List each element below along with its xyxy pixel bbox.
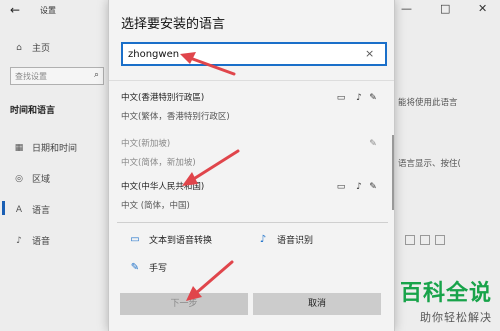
handwriting-icon: ✎	[130, 262, 140, 273]
active-indicator	[2, 201, 5, 215]
capability-speech: ♪ 语音识别	[257, 233, 313, 246]
capability-tts: ▭ 文本到语音转换	[129, 233, 212, 246]
calendar-icon: ▦	[14, 142, 24, 153]
sidebar-heading: 时间和语言	[10, 106, 56, 116]
mic-icon: ♪	[16, 235, 22, 246]
clear-icon[interactable]: ×	[365, 47, 374, 60]
language-search-input[interactable]	[121, 42, 387, 66]
watermark-subtitle: 助你轻松解决	[420, 311, 492, 324]
watermark-title: 百科全说	[399, 281, 492, 306]
close-icon[interactable]: ✕	[478, 2, 487, 15]
feature-icon	[420, 235, 430, 245]
right-pane-text: 语言显示、按住(	[398, 159, 461, 169]
list-scrollbar[interactable]	[392, 135, 394, 210]
handwriting-icon: ✎	[369, 93, 377, 103]
mic-icon: ♪	[356, 182, 362, 192]
mic-icon: ♪	[259, 234, 267, 245]
sidebar-item-label: 语言	[32, 206, 51, 216]
list-top-divider	[109, 80, 394, 81]
minimize-icon[interactable]: —	[401, 2, 412, 15]
handwriting-icon: ✎	[369, 182, 377, 192]
home-icon: ⌂	[16, 42, 22, 53]
language-name: 中文(新加坡)	[121, 139, 171, 149]
search-icon: ⌕	[93, 70, 99, 80]
right-pane-text: 能将使用此语言	[398, 98, 458, 108]
language-icon: A	[15, 204, 23, 215]
language-subtitle: 中文(繁体，香港特别行政区)	[121, 112, 230, 122]
sidebar-item-speech[interactable]: ♪ 语音	[12, 234, 51, 248]
sidebar-item-language[interactable]: A 语言	[12, 203, 51, 217]
display-icon: ▭	[336, 93, 346, 103]
language-subtitle: 中文(简体，新加坡)	[121, 158, 196, 168]
capability-label: 语音识别	[277, 236, 314, 246]
settings-search-placeholder: 查找设置	[15, 72, 47, 81]
feature-icon	[405, 235, 415, 245]
sidebar-item-date-time[interactable]: ▦ 日期和时间	[12, 141, 78, 155]
next-button[interactable]: 下一步	[120, 293, 248, 315]
display-icon: ▭	[336, 182, 346, 192]
settings-title: 设置	[40, 6, 56, 15]
sidebar-item-label: 主页	[32, 44, 51, 54]
mic-icon: ♪	[356, 93, 362, 103]
globe-icon: ◎	[15, 173, 23, 184]
display-icon: ▭	[130, 234, 140, 245]
sidebar-item-label: 区域	[32, 175, 51, 185]
cancel-button[interactable]: 取消	[253, 293, 381, 315]
sidebar-item-label: 语音	[32, 237, 51, 247]
capability-label: 文本到语音转换	[149, 236, 213, 246]
feature-icon	[435, 235, 445, 245]
language-subtitle: 中文 (简体，中国)	[121, 201, 190, 211]
language-name: 中文(中华人民共和国)	[121, 182, 205, 192]
watermark: 百科全说 助你轻松解决	[400, 275, 492, 325]
install-language-dialog: 选择要安装的语言 × 中文(香港特別行政區) 中文(繁体，香港特别行政区) ▭ …	[108, 0, 395, 331]
handwriting-icon: ✎	[369, 139, 377, 149]
settings-search-input[interactable]: 查找设置 ⌕	[10, 67, 104, 85]
back-arrow-icon[interactable]: ←	[10, 3, 20, 17]
sidebar-item-home[interactable]: ⌂ 主页	[12, 41, 51, 55]
capabilities-divider	[117, 222, 388, 223]
sidebar-item-label: 日期和时间	[32, 144, 78, 154]
language-name: 中文(香港特別行政區)	[121, 93, 205, 103]
maximize-icon[interactable]: □	[440, 2, 450, 15]
capability-label: 手写	[149, 264, 168, 274]
sidebar-item-region[interactable]: ◎ 区域	[12, 172, 51, 186]
capability-handwriting: ✎ 手写	[129, 261, 167, 274]
dialog-title: 选择要安装的语言	[121, 17, 226, 32]
